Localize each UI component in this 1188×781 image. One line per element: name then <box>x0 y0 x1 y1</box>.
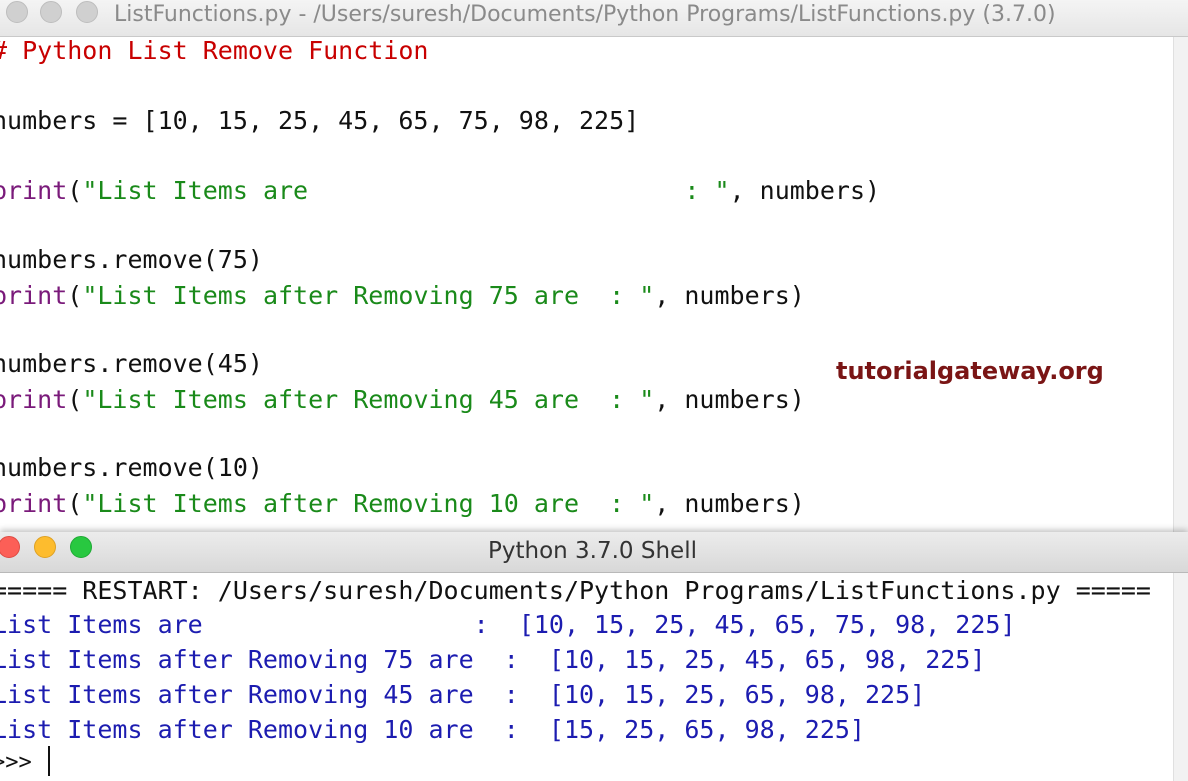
code-line[interactable]: numbers.remove(45) <box>0 349 263 379</box>
editor-scrollbar[interactable] <box>1173 37 1188 532</box>
shell-scrollbar[interactable] <box>1173 573 1188 781</box>
text-cursor <box>48 746 50 776</box>
code-line[interactable]: print("List Items after Removing 75 are … <box>0 281 805 311</box>
output-value: [10, 15, 25, 45, 65, 98, 225] <box>548 645 986 674</box>
code-line[interactable]: print("List Items after Removing 10 are … <box>0 489 805 519</box>
editor-title: ListFunctions.py - /Users/suresh/Documen… <box>114 2 1056 27</box>
builtin-keyword: print <box>0 281 68 310</box>
shell-output-line: List Items after Removing 75 are : [10, … <box>0 645 985 675</box>
output-label: List Items after Removing 75 are : <box>0 645 549 674</box>
shell-window: Python 3.7.0 Shell ===== RESTART: /Users… <box>0 532 1188 781</box>
shell-titlebar: Python 3.7.0 Shell <box>0 532 1188 573</box>
builtin-keyword: print <box>0 489 68 518</box>
string-literal: "List Items are : " <box>82 176 730 205</box>
minimize-icon[interactable] <box>40 1 62 23</box>
shell-output-line: List Items after Removing 10 are : [15, … <box>0 715 865 745</box>
builtin-keyword: print <box>0 385 68 414</box>
code-line[interactable]: print("List Items are : ", numbers) <box>0 176 880 206</box>
restart-line: ===== RESTART: /Users/suresh/Documents/P… <box>0 576 1151 605</box>
editor-window: ListFunctions.py - /Users/suresh/Documen… <box>0 0 1188 535</box>
minimize-icon[interactable] <box>34 536 56 558</box>
shell-output-line: List Items are : [10, 15, 25, 45, 65, 75… <box>0 610 1016 640</box>
paren: ( <box>67 489 83 518</box>
output-label: List Items after Removing 10 are : <box>0 715 549 744</box>
paren: ( <box>67 385 83 414</box>
code-line[interactable]: numbers = [10, 15, 25, 45, 65, 75, 98, 2… <box>0 106 639 136</box>
code-rest: , numbers) <box>654 489 805 518</box>
output-label: List Items are : <box>0 610 519 639</box>
zoom-icon[interactable] <box>76 1 98 23</box>
output-value: [10, 15, 25, 65, 98, 225] <box>548 680 926 709</box>
shell-prompt[interactable]: >>> <box>0 748 32 778</box>
string-literal: "List Items after Removing 10 are : " <box>82 489 655 518</box>
code-line[interactable]: print("List Items after Removing 45 are … <box>0 385 805 415</box>
string-literal: "List Items after Removing 75 are : " <box>82 281 655 310</box>
close-icon[interactable] <box>0 536 20 558</box>
output-value: [15, 25, 65, 98, 225] <box>548 715 865 744</box>
output-value: [10, 15, 25, 45, 65, 75, 98, 225] <box>518 610 1016 639</box>
shell-output-line: List Items after Removing 45 are : [10, … <box>0 680 925 710</box>
code-line[interactable]: # Python List Remove Function <box>0 36 429 66</box>
string-literal: "List Items after Removing 45 are : " <box>82 385 655 414</box>
paren: ( <box>67 176 83 205</box>
code-rest: , numbers) <box>654 385 805 414</box>
zoom-icon[interactable] <box>70 536 92 558</box>
close-icon[interactable] <box>6 1 28 23</box>
shell-title: Python 3.7.0 Shell <box>488 538 697 564</box>
paren: ( <box>67 281 83 310</box>
code-line[interactable]: numbers.remove(10) <box>0 453 263 483</box>
code-line[interactable]: numbers.remove(75) <box>0 245 263 275</box>
code-rest: , numbers) <box>729 176 881 205</box>
editor-titlebar: ListFunctions.py - /Users/suresh/Documen… <box>0 0 1188 37</box>
watermark-logo: tutorialgateway.org <box>836 357 1104 385</box>
output-label: List Items after Removing 45 are : <box>0 680 549 709</box>
builtin-keyword: print <box>0 176 68 205</box>
code-rest: , numbers) <box>654 281 805 310</box>
